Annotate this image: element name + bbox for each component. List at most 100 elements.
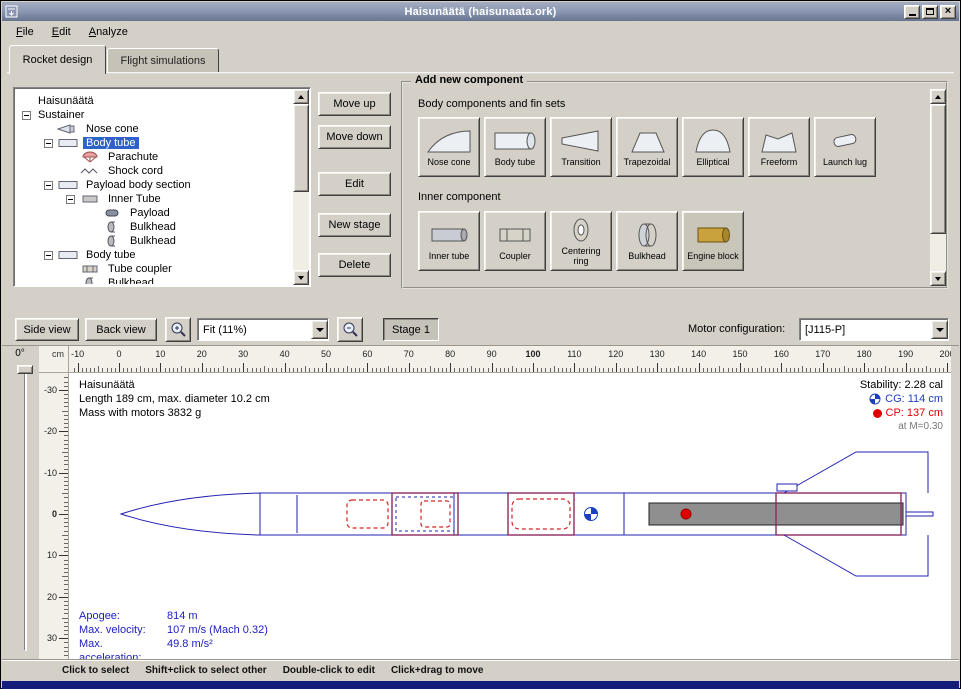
tab-rocket-design[interactable]: Rocket design: [9, 45, 106, 74]
scroll-down-icon[interactable]: [930, 271, 946, 286]
coupler-icon: [79, 263, 101, 275]
palette-button-label: Coupler: [499, 252, 531, 262]
palette-scrollbar[interactable]: [930, 89, 946, 286]
tree-item-bulkhead[interactable]: Bulkhead: [16, 234, 293, 248]
move-up-button[interactable]: Move up: [318, 92, 391, 116]
minimize-button[interactable]: [904, 5, 920, 19]
add-body-tube-button[interactable]: Body tube: [484, 117, 546, 177]
rotation-slider-track: [24, 367, 27, 651]
collapse-icon[interactable]: [66, 195, 75, 204]
zoom-level-select[interactable]: Fit (11%): [197, 318, 329, 341]
scroll-down-icon[interactable]: [293, 270, 309, 285]
tree-item-bulkhead[interactable]: Bulkhead: [16, 220, 293, 234]
chevron-down-icon[interactable]: [931, 320, 948, 339]
fin-side-shape: [906, 512, 933, 516]
tree-item-inner-tube[interactable]: Inner Tube: [16, 192, 293, 206]
add-engine-block-button[interactable]: Engine block: [682, 211, 744, 271]
motor-configuration-select[interactable]: [J115-P]: [799, 318, 949, 341]
palette-button-label: Engine block: [687, 252, 739, 262]
menu-analyze[interactable]: Analyze: [81, 23, 136, 41]
rocket-canvas[interactable]: Haisunäätä Length 189 cm, max. diameter …: [69, 373, 951, 659]
tree-scrollbar[interactable]: [293, 89, 309, 285]
tree-item-haisun-t-[interactable]: Haisunäätä: [16, 94, 293, 108]
tree-item-nose-cone[interactable]: Nose cone: [16, 122, 293, 136]
delete-button[interactable]: Delete: [318, 253, 391, 277]
expander-spacer: [66, 167, 75, 176]
move-down-button[interactable]: Move down: [318, 125, 391, 149]
add-trapezoidal-button[interactable]: Trapezoidal: [616, 117, 678, 177]
motor-configuration-value: [J115-P]: [805, 324, 845, 336]
palette-group-1-label: Inner component: [418, 191, 501, 203]
stability-info: Stability: 2.28 cal CG: 114 cm CP: 137 c…: [860, 378, 943, 434]
chevron-down-icon[interactable]: [311, 320, 328, 339]
collapse-icon[interactable]: [44, 139, 53, 148]
collapse-icon[interactable]: [44, 251, 53, 260]
rocket-info: Haisunäätä Length 189 cm, max. diameter …: [79, 378, 270, 420]
bulkhead-icon: [624, 221, 670, 249]
side-view-button[interactable]: Side view: [15, 318, 79, 341]
palette-button-label: Centering ring: [553, 247, 609, 267]
tree-item-parachute[interactable]: Parachute: [16, 150, 293, 164]
cp-marker: [681, 509, 691, 519]
zoom-in-button[interactable]: [165, 317, 191, 342]
stability-value: Stability: 2.28 cal: [860, 378, 943, 392]
window-icon: [5, 5, 18, 18]
short-tube-shape: [574, 493, 624, 535]
tree-item-sustainer[interactable]: Sustainer: [16, 108, 293, 122]
stage-1-toggle[interactable]: Stage 1: [383, 318, 439, 341]
add-nose-cone-button[interactable]: Nose cone: [418, 117, 480, 177]
tree-scroll-thumb[interactable]: [293, 104, 309, 192]
taskbar-strip: [2, 681, 959, 689]
palette-scroll-thumb[interactable]: [930, 104, 946, 234]
inner-tube-icon: [426, 221, 472, 249]
tree-item-bulkhead[interactable]: Bulkhead: [16, 276, 293, 284]
bodytube-icon: [57, 179, 79, 191]
palette-button-label: Trapezoidal: [624, 158, 671, 168]
tree-item-label: Body tube: [83, 249, 139, 261]
zoom-in-icon: [170, 321, 187, 338]
add-transition-button[interactable]: Transition: [550, 117, 612, 177]
add-freeform-button[interactable]: Freeform: [748, 117, 810, 177]
tab-flight-simulations[interactable]: Flight simulations: [107, 48, 219, 72]
add-coupler-button[interactable]: Coupler: [484, 211, 546, 271]
tree-item-body-tube[interactable]: Body tube: [16, 136, 293, 150]
tree-item-tube-coupler[interactable]: Tube coupler: [16, 262, 293, 276]
edit-button[interactable]: Edit: [318, 172, 391, 196]
tree-item-label: Shock cord: [105, 165, 166, 177]
scroll-up-icon[interactable]: [293, 89, 309, 104]
scroll-up-icon[interactable]: [930, 89, 946, 104]
collapse-icon[interactable]: [44, 181, 53, 190]
tree-item-body-tube[interactable]: Body tube: [16, 248, 293, 262]
palette-button-label: Transition: [561, 158, 600, 168]
tree-item-label: Nose cone: [83, 123, 142, 135]
cg-legend-icon: [869, 393, 881, 405]
menubar: File Edit Analyze: [2, 21, 959, 43]
cg-marker: [585, 508, 598, 521]
palette-button-label: Bulkhead: [628, 252, 666, 262]
menu-edit[interactable]: Edit: [44, 23, 79, 41]
maximize-button[interactable]: [922, 5, 938, 19]
expander-spacer: [88, 209, 97, 218]
close-button[interactable]: ×: [940, 5, 956, 19]
tree-item-shock-cord[interactable]: Shock cord: [16, 164, 293, 178]
collapse-icon[interactable]: [22, 111, 31, 120]
tree-item-payload-body-section[interactable]: Payload body section: [16, 178, 293, 192]
new-stage-button[interactable]: New stage: [318, 213, 391, 237]
tree-item-payload[interactable]: Payload: [16, 206, 293, 220]
add-launch-lug-button[interactable]: Launch lug: [814, 117, 876, 177]
payload-icon: [101, 207, 123, 219]
titlebar: Haisunäätä (haisunaata.ork) ×: [2, 2, 959, 21]
rotation-slider-handle[interactable]: [17, 365, 33, 374]
expander-spacer: [66, 265, 75, 274]
rotation-slider[interactable]: [15, 365, 35, 653]
back-view-button[interactable]: Back view: [85, 318, 157, 341]
add-centering-ring-button[interactable]: Centering ring: [550, 211, 612, 271]
elliptical-icon: [690, 127, 736, 155]
add-elliptical-button[interactable]: Elliptical: [682, 117, 744, 177]
palette-row-0: Nose coneBody tube Transition Trapezoidal E…: [418, 117, 876, 177]
menu-file[interactable]: File: [8, 23, 42, 41]
zoom-out-button[interactable]: [337, 317, 363, 342]
add-inner-tube-button[interactable]: Inner tube: [418, 211, 480, 271]
add-bulkhead-button[interactable]: Bulkhead: [616, 211, 678, 271]
expander-spacer: [88, 223, 97, 232]
